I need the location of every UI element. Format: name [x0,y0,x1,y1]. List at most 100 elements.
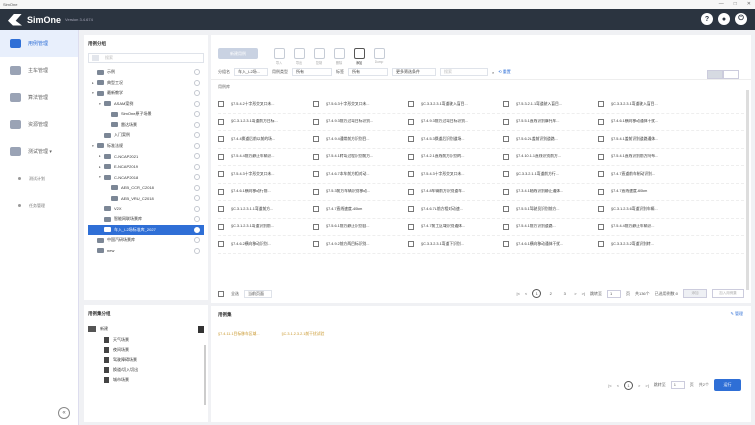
more-actions-icon[interactable] [194,90,200,97]
last-page-button[interactable]: >| [582,291,585,296]
more-actions-icon[interactable] [194,132,200,139]
nav-algorithm-management[interactable]: 算法管理 [0,84,78,111]
tree-node[interactable]: 智能网联场景库 [88,214,204,225]
case-item[interactable]: §7.4.6.1横向移动行前... [218,188,313,195]
case-item[interactable]: §7.5.6.3十字形交叉口未... [313,101,408,108]
case-checkbox[interactable] [503,206,509,213]
case-checkbox[interactable] [313,206,319,213]
select-all-checkbox[interactable] [218,290,224,297]
prev-page-button[interactable]: < [525,291,527,296]
case-checkbox[interactable] [313,136,319,143]
case-checkbox[interactable] [218,223,224,230]
tree-node[interactable]: ▾ 标准法规 [88,141,204,152]
more-filters-select[interactable]: 更多筛选条件 [392,68,436,76]
case-item[interactable]: §7.5.6.1前方静止识别自... [313,223,408,230]
more-actions-icon[interactable] [194,247,200,254]
case-item[interactable]: §7.4.4换道后前以前的场... [218,136,313,143]
case-item[interactable]: §7.4.6.7L前方相对动速... [408,206,503,213]
case-item[interactable]: §7.5.4.3十字形交叉口未... [408,171,503,178]
case-item[interactable]: §7.4.9.3前方过弯目标识别... [408,118,503,125]
page-scope-select[interactable]: 当前页面 [244,289,272,298]
goto-page-input[interactable]: 1 [606,289,621,298]
tree-node[interactable]: ▸ C-NCAP2021 [88,151,204,162]
tree-node[interactable]: 雷达场景 [88,120,204,131]
case-item[interactable]: §7.4.10.1.1直线识别前方... [503,153,598,160]
tree-node[interactable]: ▾ C-NCAP2018 [88,172,204,183]
tree-node[interactable]: SimOne原子场景 [88,109,204,120]
nav-task-management[interactable]: 任务管理 [0,192,78,219]
tree-node[interactable]: AEB_CCR_C2018 [88,183,204,194]
search-input[interactable]: 搜索 [440,68,488,76]
help-icon[interactable]: ? [701,13,713,25]
case-checkbox[interactable] [218,153,224,160]
case-checkbox[interactable] [598,188,604,195]
case-item[interactable]: §7.5.4.4前方静止车辆识... [218,153,313,160]
reset-button[interactable]: ⟲ 重置 [498,69,510,75]
page-3[interactable]: 3 [560,289,569,298]
last-page-button[interactable]: >| [645,383,648,388]
case-item[interactable]: §7.4.6.1横向移动通体干扰... [503,241,598,248]
case-set-item[interactable]: 夜间场景 [88,345,204,355]
case-checkbox[interactable] [313,171,319,178]
case-item[interactable]: §7.5.4.4前方静止车辆识... [598,223,693,230]
nav-test-plan[interactable]: 测试计划 [0,165,78,192]
toolbar-action[interactable]: 添加 [352,48,366,65]
case-set-item[interactable]: 城市场景 [88,375,204,385]
tree-node[interactable]: ▸ 典型工况 [88,78,204,89]
more-actions-icon[interactable] [194,69,200,76]
case-set-entry[interactable]: §C.3.1.2.3.2.1前干扰试验 [282,332,325,337]
case-item[interactable]: §C.3.1.2.3.1弯道前方目标... [218,118,313,125]
more-actions-icon[interactable] [194,195,200,202]
tree-node[interactable]: new [88,246,204,257]
case-item[interactable]: §7.5.3.2.1.1弯道驶入盲目... [503,101,598,108]
case-item[interactable]: §7.4.7前工区域识别通体... [408,223,503,230]
case-item[interactable]: §7.5.4.1前方识别道路... [503,223,598,230]
case-item[interactable]: §7.4.7直道前车制动识别... [598,171,693,178]
more-actions-icon[interactable] [194,163,200,170]
case-checkbox[interactable] [313,118,319,125]
nav-test-management[interactable]: 测试管理 ▾ [0,138,78,165]
tree-node[interactable]: ▾ ASAM案例 [88,99,204,110]
prev-page-button[interactable]: < [617,383,619,388]
case-set-group[interactable]: 新建 [88,323,204,335]
case-checkbox[interactable] [218,101,224,108]
collapse-sidebar-button[interactable]: « [58,407,70,419]
more-actions-icon[interactable] [194,226,200,233]
case-item[interactable]: §C.3.1.2.3.1.1弯道前方... [218,206,313,213]
case-checkbox[interactable] [503,223,509,230]
more-actions-icon[interactable] [194,205,200,212]
case-item[interactable]: §7.4.6.7本车前方相对动... [313,171,408,178]
case-checkbox[interactable] [218,171,224,178]
search-icon[interactable]: ⌕ [492,70,494,75]
more-actions-icon[interactable] [194,142,200,149]
case-checkbox[interactable] [313,188,319,195]
case-item[interactable]: §C.3.3.2.3.2弯道识别转... [598,241,693,248]
more-actions-icon[interactable] [194,100,200,107]
case-set-item[interactable]: 驾驶障碍场景 [88,355,204,365]
nav-vehicle-management[interactable]: 主车管理 [0,57,78,84]
tree-node[interactable]: ▸ E-NCAP2019 [88,162,204,173]
case-checkbox[interactable] [503,188,509,195]
case-item[interactable]: §7.4.5.3换道后识别道场... [408,136,503,143]
tree-node[interactable]: AEB_VRU_C2018 [88,193,204,204]
run-button[interactable]: 运行 [714,379,741,391]
case-item[interactable]: §7.4.6.1横向移动通体干扰... [598,118,693,125]
tree-node[interactable]: ▾ 最新教学 [88,88,204,99]
case-checkbox[interactable] [503,118,509,125]
case-checkbox[interactable] [408,223,414,230]
more-actions-icon[interactable] [194,111,200,118]
case-checkbox[interactable] [218,206,224,213]
case-item[interactable]: §7.5.4.1直线识别前方阿布... [598,153,693,160]
case-item[interactable]: §7.4.9.4通常前方识别目... [313,136,408,143]
case-checkbox[interactable] [218,188,224,195]
case-item[interactable]: §C.3.3.2.3.1弯道驶入盲目... [598,101,693,108]
case-checkbox[interactable] [598,206,604,213]
case-checkbox[interactable] [313,153,319,160]
case-checkbox[interactable] [218,241,224,248]
scrollbar[interactable] [204,345,206,405]
case-checkbox[interactable] [313,101,319,108]
more-actions-icon[interactable] [194,153,200,160]
case-item[interactable]: §7.4.9.3前方过弯目标识别... [313,118,408,125]
case-item[interactable]: §7.5.4.1转弯过程识别前方... [313,153,408,160]
more-actions-icon[interactable] [194,237,200,244]
